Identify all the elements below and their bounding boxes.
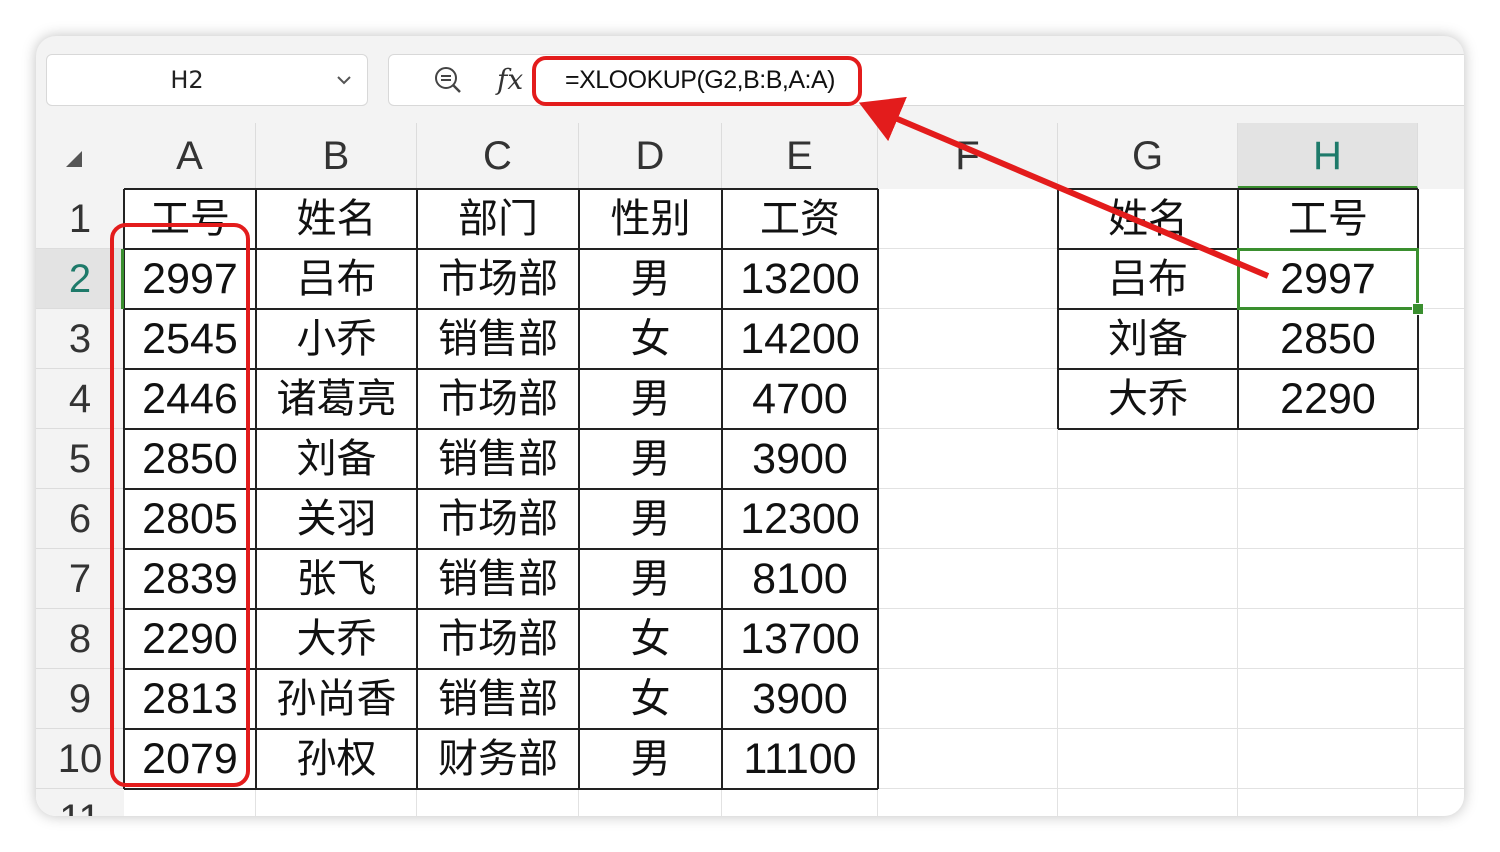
- cell-b4[interactable]: 诸葛亮: [256, 369, 417, 429]
- cell-c1[interactable]: 部门: [417, 189, 579, 249]
- selected-cell-outline: [1237, 248, 1419, 310]
- column-header-blank: [1418, 123, 1464, 189]
- cell-b5[interactable]: 刘备: [256, 429, 417, 489]
- cell-e3[interactable]: 14200: [722, 309, 878, 369]
- cell-d5[interactable]: 男: [579, 429, 722, 489]
- cell-c9[interactable]: 销售部: [417, 669, 579, 729]
- spreadsheet-window: H2 fx =XLOOKUP(G2,B:B,A:A) ABCDEFGH12345…: [36, 36, 1464, 816]
- cell-c4[interactable]: 市场部: [417, 369, 579, 429]
- column-header-e[interactable]: E: [722, 123, 878, 189]
- cell-h1[interactable]: 工号: [1238, 189, 1418, 249]
- cell-h4[interactable]: 2290: [1238, 369, 1418, 429]
- cell-e7[interactable]: 8100: [722, 549, 878, 609]
- lookup-table-border-hline: [1058, 368, 1418, 370]
- formula-highlight-box: [532, 56, 862, 106]
- cell-b9[interactable]: 孙尚香: [256, 669, 417, 729]
- cell-e5[interactable]: 3900: [722, 429, 878, 489]
- cell-e1[interactable]: 工资: [722, 189, 878, 249]
- cell-d3[interactable]: 女: [579, 309, 722, 369]
- zoom-icon[interactable]: [433, 65, 463, 99]
- cell-d4[interactable]: 男: [579, 369, 722, 429]
- cell-g1[interactable]: 姓名: [1058, 189, 1238, 249]
- cell-c6[interactable]: 市场部: [417, 489, 579, 549]
- sheet-grid[interactable]: ABCDEFGH1234567891011工号姓名部门性别工资2997吕布市场部…: [36, 123, 1464, 816]
- cell-g3[interactable]: 刘备: [1058, 309, 1238, 369]
- column-header-h[interactable]: H: [1238, 123, 1418, 189]
- cell-c10[interactable]: 财务部: [417, 729, 579, 789]
- name-box-value: H2: [170, 66, 204, 94]
- cell-g2[interactable]: 吕布: [1058, 249, 1238, 309]
- cell-c8[interactable]: 市场部: [417, 609, 579, 669]
- fx-icon[interactable]: fx: [497, 59, 523, 101]
- cell-b8[interactable]: 大乔: [256, 609, 417, 669]
- cell-d1[interactable]: 性别: [579, 189, 722, 249]
- column-header-a[interactable]: A: [124, 123, 256, 189]
- cell-c7[interactable]: 销售部: [417, 549, 579, 609]
- cell-c3[interactable]: 销售部: [417, 309, 579, 369]
- main-table-border-hline: [124, 788, 878, 790]
- row-header-11[interactable]: 11: [36, 789, 124, 816]
- cell-e2[interactable]: 13200: [722, 249, 878, 309]
- column-header-d[interactable]: D: [579, 123, 722, 189]
- cell-b1[interactable]: 姓名: [256, 189, 417, 249]
- cell-b10[interactable]: 孙权: [256, 729, 417, 789]
- cell-e10[interactable]: 11100: [722, 729, 878, 789]
- cell-b2[interactable]: 吕布: [256, 249, 417, 309]
- cell-h3[interactable]: 2850: [1238, 309, 1418, 369]
- column-a-highlight-box: [110, 223, 250, 787]
- cell-d10[interactable]: 男: [579, 729, 722, 789]
- chevron-down-icon[interactable]: [335, 71, 353, 93]
- cell-c5[interactable]: 销售部: [417, 429, 579, 489]
- column-header-f[interactable]: F: [878, 123, 1058, 189]
- cell-b3[interactable]: 小乔: [256, 309, 417, 369]
- cell-g4[interactable]: 大乔: [1058, 369, 1238, 429]
- cell-c2[interactable]: 市场部: [417, 249, 579, 309]
- cell-d6[interactable]: 男: [579, 489, 722, 549]
- cell-d9[interactable]: 女: [579, 669, 722, 729]
- lookup-table-border-hline: [1058, 188, 1418, 190]
- column-header-c[interactable]: C: [417, 123, 579, 189]
- cell-d7[interactable]: 男: [579, 549, 722, 609]
- cell-d2[interactable]: 男: [579, 249, 722, 309]
- cell-b7[interactable]: 张飞: [256, 549, 417, 609]
- cell-e9[interactable]: 3900: [722, 669, 878, 729]
- cell-e6[interactable]: 12300: [722, 489, 878, 549]
- select-all-icon[interactable]: [36, 123, 124, 189]
- cell-d8[interactable]: 女: [579, 609, 722, 669]
- lookup-table-border-hline: [1058, 428, 1418, 430]
- name-box[interactable]: H2: [46, 54, 368, 106]
- column-header-g[interactable]: G: [1058, 123, 1238, 189]
- main-table-border-hline: [124, 188, 878, 190]
- cell-e8[interactable]: 13700: [722, 609, 878, 669]
- cell-e4[interactable]: 4700: [722, 369, 878, 429]
- column-header-b[interactable]: B: [256, 123, 417, 189]
- fill-handle[interactable]: [1412, 303, 1424, 315]
- cell-b6[interactable]: 关羽: [256, 489, 417, 549]
